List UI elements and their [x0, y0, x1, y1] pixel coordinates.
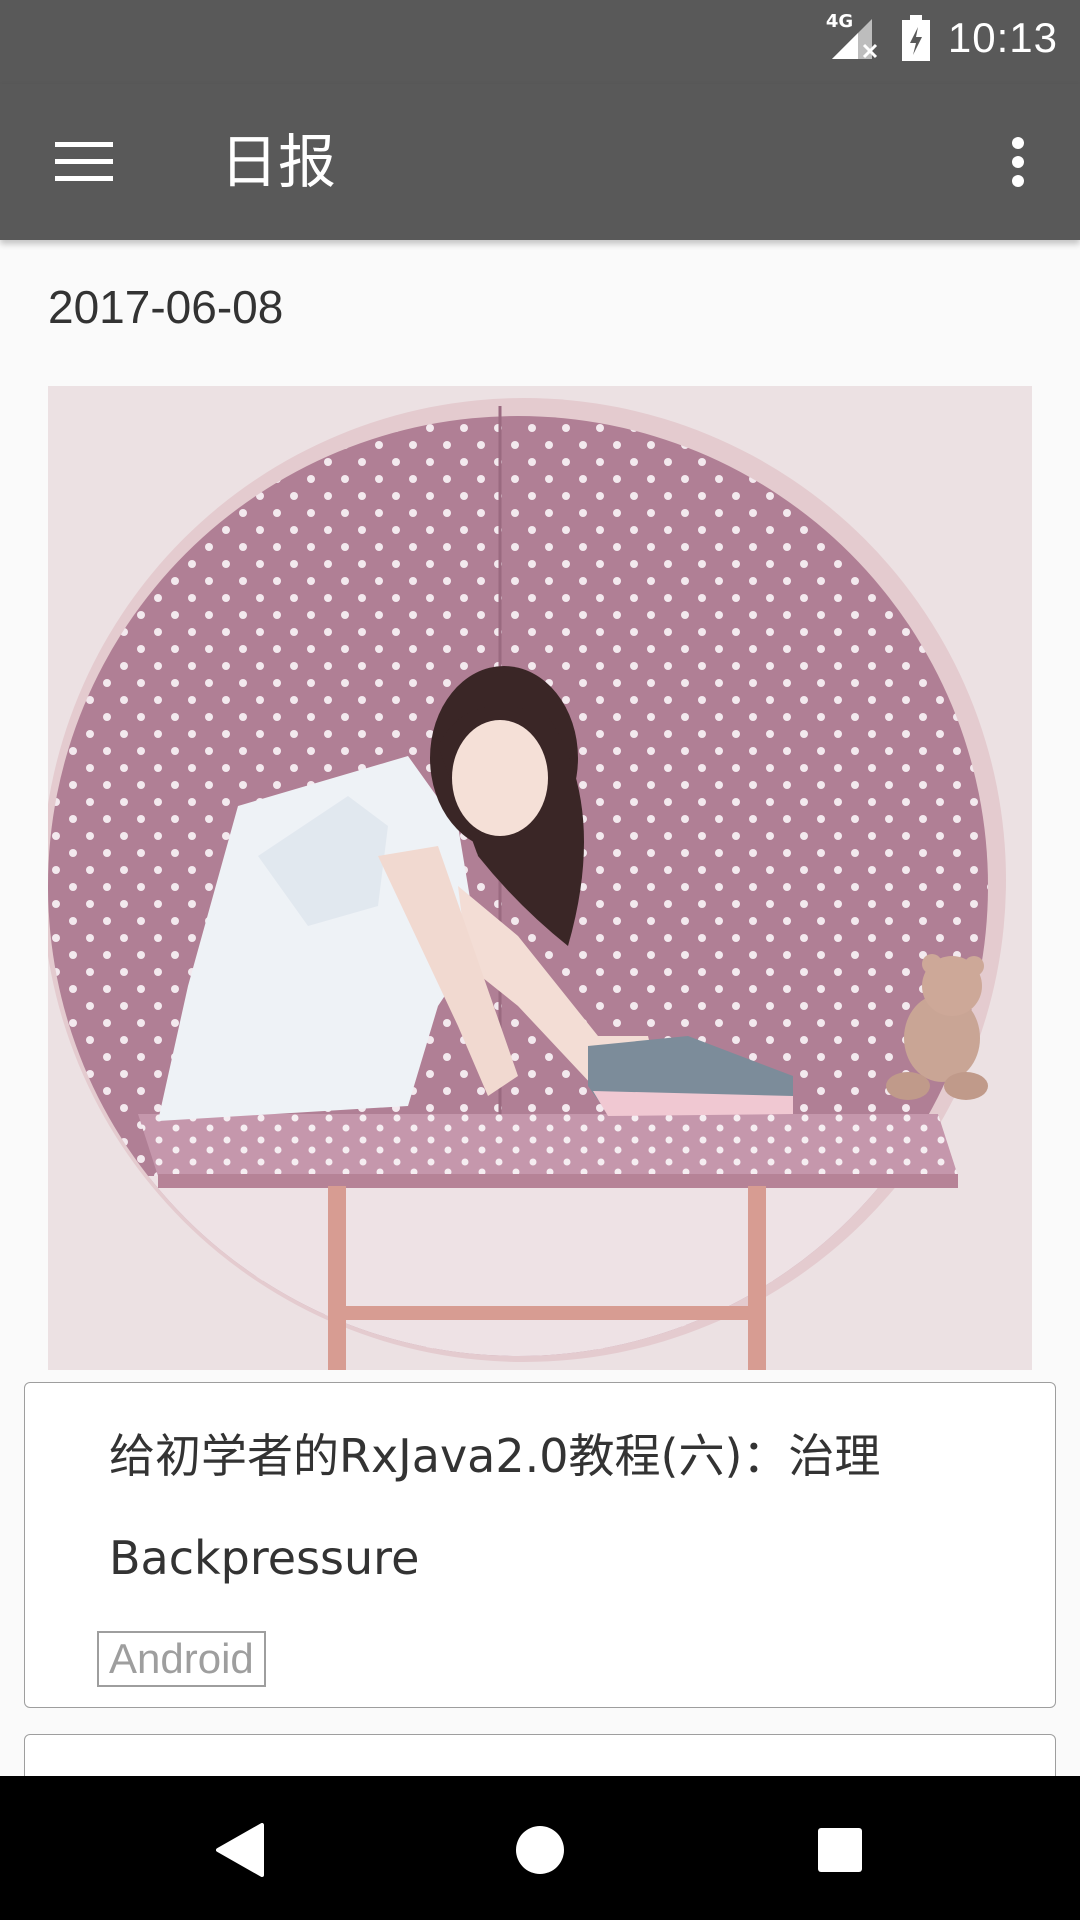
hamburger-menu-button[interactable]: [40, 122, 128, 202]
article-card[interactable]: 给初学者的RxJava2.0教程(六)：治理Backpressure Andro…: [24, 1382, 1056, 1708]
cell-signal-icon: 4G: [826, 11, 884, 61]
article-tag[interactable]: Android: [97, 1631, 266, 1687]
home-circle-icon: [516, 1826, 564, 1874]
more-vert-icon: [1012, 137, 1024, 187]
feed-content[interactable]: 2017-06-08 给初学者的RxJava2.0教程(六)：治理Backpre…: [0, 240, 1080, 1776]
more-options-button[interactable]: [986, 120, 1050, 204]
hamburger-menu-icon: [55, 142, 113, 181]
recents-square-icon: [818, 1828, 862, 1872]
back-button[interactable]: [190, 1800, 290, 1900]
feed-date: 2017-06-08: [48, 281, 284, 333]
back-triangle-icon: [216, 1823, 264, 1877]
recents-button[interactable]: [790, 1800, 890, 1900]
status-time: 10:13: [947, 14, 1058, 61]
status-icons: 4G 10:13: [826, 0, 1058, 76]
network-type-label: 4G: [825, 11, 854, 32]
status-bar: 4G 10:13: [0, 0, 1080, 84]
battery-charging-icon: [901, 15, 930, 61]
article-card[interactable]: [24, 1734, 1056, 1776]
page-title: 日报: [220, 128, 337, 196]
cover-image[interactable]: [48, 386, 1032, 1370]
article-title: 给初学者的RxJava2.0教程(六)：治理Backpressure: [109, 1429, 881, 1585]
screen: 4G 10:13 日报 2017-06-08 给初学者的RxJava2.0教程(…: [0, 0, 1080, 1920]
app-bar: 日报: [0, 84, 1080, 240]
home-button[interactable]: [490, 1800, 590, 1900]
system-navigation-bar: [0, 1776, 1080, 1920]
